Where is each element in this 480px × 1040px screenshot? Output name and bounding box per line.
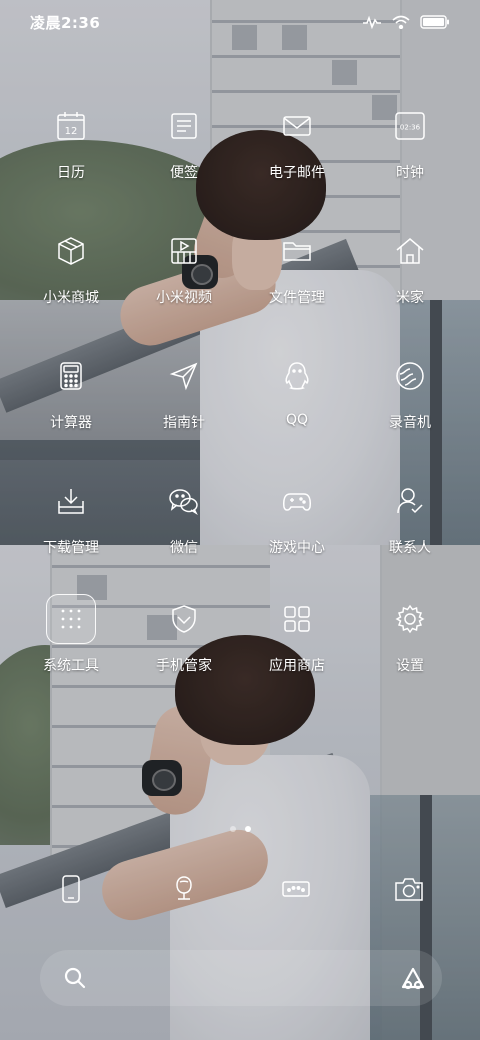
- page-indicator: [0, 826, 480, 832]
- compass-icon: [156, 348, 212, 404]
- app-label: 电子邮件: [269, 165, 325, 181]
- app-wechat[interactable]: 微信: [124, 473, 244, 573]
- app-label: 联系人: [389, 540, 431, 556]
- app-game-center[interactable]: 游戏中心: [237, 473, 357, 573]
- recorder-icon: [382, 348, 438, 404]
- app-label: 日历: [57, 165, 85, 181]
- app-mi-home[interactable]: 米家: [350, 223, 470, 323]
- mail-icon: [269, 98, 325, 154]
- app-downloads[interactable]: 下载管理: [11, 473, 131, 573]
- search-bar[interactable]: [40, 950, 442, 1006]
- store-box-icon: [43, 223, 99, 279]
- wifi-icon: [392, 15, 410, 29]
- qq-penguin-icon: [269, 348, 325, 404]
- app-contacts[interactable]: 联系人: [350, 473, 470, 573]
- app-calculator[interactable]: 计算器: [11, 348, 131, 448]
- contacts-icon: [382, 473, 438, 529]
- video-icon: [156, 223, 212, 279]
- app-label: 指南针: [163, 415, 205, 431]
- search-icon[interactable]: [60, 963, 90, 993]
- home-icon: [382, 223, 438, 279]
- app-label: 设置: [396, 658, 424, 674]
- app-label: 米家: [396, 290, 424, 306]
- app-notes[interactable]: 便签: [124, 98, 244, 198]
- status-icons: [362, 15, 450, 29]
- assistant-icon[interactable]: [398, 963, 428, 993]
- app-system-tools-folder[interactable]: 系统工具: [11, 591, 131, 691]
- app-label: 下载管理: [43, 540, 99, 556]
- app-label: 文件管理: [269, 290, 325, 306]
- app-label: 游戏中心: [269, 540, 325, 556]
- battery-icon: [420, 15, 450, 29]
- clock-time-text: 02:36: [400, 124, 421, 132]
- app-label: 小米视频: [156, 290, 212, 306]
- gamepad-icon: [269, 473, 325, 529]
- phone-icon: [55, 873, 87, 909]
- app-qq[interactable]: QQ: [237, 348, 357, 448]
- app-label: 录音机: [389, 415, 431, 431]
- app-store-icon: [269, 591, 325, 647]
- app-label: 微信: [170, 540, 198, 556]
- folder-group-icon: [43, 591, 99, 647]
- page-dot-active[interactable]: [244, 826, 251, 832]
- page-dot[interactable]: [229, 826, 236, 832]
- signal-wave-icon: [362, 15, 382, 29]
- app-compass[interactable]: 指南针: [124, 348, 244, 448]
- folder-icon: [269, 223, 325, 279]
- app-label: 时钟: [396, 165, 424, 181]
- app-calendar[interactable]: 12 日历: [11, 98, 131, 198]
- app-label: 应用商店: [269, 658, 325, 674]
- status-time: 凌晨2:36: [30, 13, 101, 32]
- calendar-icon: 12: [43, 98, 99, 154]
- app-label: QQ: [285, 412, 309, 428]
- app-file-manager[interactable]: 文件管理: [237, 223, 357, 323]
- app-mi-store[interactable]: 小米商城: [11, 223, 131, 323]
- wechat-icon: [156, 473, 212, 529]
- dock-messages[interactable]: [154, 861, 214, 921]
- app-email[interactable]: 电子邮件: [237, 98, 357, 198]
- app-label: 便签: [170, 165, 198, 181]
- dock-browser[interactable]: [266, 861, 326, 921]
- calculator-icon: [43, 348, 99, 404]
- notes-icon: [156, 98, 212, 154]
- settings-gear-icon: [382, 591, 438, 647]
- app-mi-video[interactable]: 小米视频: [124, 223, 244, 323]
- app-app-store[interactable]: 应用商店: [237, 591, 357, 691]
- app-label: 小米商城: [43, 290, 99, 306]
- browser-icon: [280, 873, 312, 909]
- app-clock[interactable]: 02:36 时钟: [350, 98, 470, 198]
- download-icon: [43, 473, 99, 529]
- dock-phone[interactable]: [41, 861, 101, 921]
- status-bar: 凌晨2:36: [0, 0, 480, 44]
- dock-camera[interactable]: [379, 861, 439, 921]
- message-icon: [168, 873, 200, 909]
- app-security[interactable]: 手机管家: [124, 591, 244, 691]
- camera-icon: [393, 873, 425, 909]
- app-settings[interactable]: 设置: [350, 591, 470, 691]
- shield-icon: [156, 591, 212, 647]
- clock-icon: 02:36: [382, 98, 438, 154]
- app-label: 手机管家: [156, 658, 212, 674]
- app-label: 计算器: [50, 415, 92, 431]
- calendar-day-number: 12: [65, 126, 78, 137]
- app-label: 系统工具: [43, 658, 99, 674]
- app-recorder[interactable]: 录音机: [350, 348, 470, 448]
